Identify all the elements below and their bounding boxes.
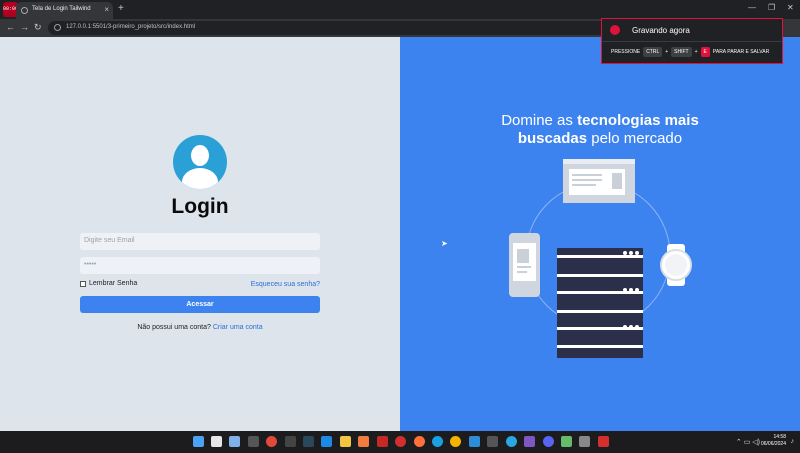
- headline-part-4: pelo mercado: [591, 130, 683, 147]
- password-value: •••••: [84, 261, 97, 268]
- site-info-icon[interactable]: [54, 24, 61, 31]
- key-shift: SHIFT: [671, 47, 692, 57]
- password-input[interactable]: •••••: [80, 257, 320, 274]
- phone-illustration: [509, 233, 540, 297]
- app-icon[interactable]: [248, 436, 259, 447]
- app-icon[interactable]: [524, 436, 535, 447]
- record-icon: [610, 25, 620, 35]
- brave-icon[interactable]: [358, 436, 369, 447]
- recording-shortcut-hint: PRESSIONE CTRL + SHIFT + E PARA PARAR E …: [611, 47, 769, 57]
- login-panel: Login Digite seu Email ••••• Lembrar Sen…: [0, 37, 400, 431]
- headline-part-3: buscadas: [517, 130, 588, 147]
- mouse-cursor-icon: ➤: [441, 239, 448, 248]
- forgot-password-link[interactable]: Esqueceu sua senha?: [240, 281, 320, 288]
- browser-titlebar: 00:00 Tela de Login Tailwind × + — ❐ ✕: [0, 0, 800, 19]
- address-bar[interactable]: 127.0.0.1:5501/3-primeiro_projeto/src/in…: [48, 21, 608, 35]
- clock-date: 06/06/2024: [760, 441, 786, 447]
- key-e: E: [700, 47, 710, 57]
- hero-headline: Domine as tecnologias mais buscadas pelo…: [470, 112, 730, 148]
- reload-icon[interactable]: ↻: [34, 22, 42, 33]
- no-account-text: Não possui uma conta?: [137, 324, 211, 331]
- file-explorer-icon[interactable]: [211, 436, 222, 447]
- app-icon[interactable]: [229, 436, 240, 447]
- firefox-icon[interactable]: [414, 436, 425, 447]
- app-icon[interactable]: [395, 436, 406, 447]
- clock-time: 14:58: [773, 434, 786, 440]
- headline-part-1: Domine as: [501, 112, 573, 129]
- hero-panel: [400, 37, 800, 431]
- stop-save-label: PARA PARAR E SALVAR: [712, 49, 770, 55]
- edge-icon[interactable]: [432, 436, 443, 447]
- remember-label: Lembrar Senha: [89, 280, 138, 287]
- maximize-icon[interactable]: ❐: [768, 3, 775, 12]
- app-icon[interactable]: [579, 436, 590, 447]
- remember-checkbox[interactable]: [80, 280, 86, 287]
- page-content: Login Digite seu Email ••••• Lembrar Sen…: [0, 37, 800, 431]
- minimize-icon[interactable]: —: [748, 3, 756, 12]
- submit-button[interactable]: Acessar: [80, 296, 320, 313]
- folder-icon[interactable]: [340, 436, 351, 447]
- app-icon[interactable]: [266, 436, 277, 447]
- globe-icon: [21, 7, 28, 14]
- tab-title: Tela de Login Tailwind: [32, 6, 91, 12]
- app-icon[interactable]: [598, 436, 609, 447]
- app-icon[interactable]: [285, 436, 296, 447]
- steam-icon[interactable]: [303, 436, 314, 447]
- back-icon[interactable]: ←: [6, 22, 15, 32]
- app-icon[interactable]: [377, 436, 388, 447]
- discord-icon[interactable]: [543, 436, 554, 447]
- app-icon[interactable]: [561, 436, 572, 447]
- key-ctrl: CTRL: [643, 47, 663, 57]
- login-title: Login: [171, 195, 229, 218]
- window-close-icon[interactable]: ✕: [787, 3, 794, 12]
- server-stack-illustration: [557, 248, 643, 358]
- email-input[interactable]: Digite seu Email: [80, 233, 320, 250]
- new-tab-icon[interactable]: +: [118, 3, 124, 14]
- recording-popup: Gravando agora PRESSIONE CTRL + SHIFT + …: [601, 18, 783, 64]
- vscode-icon[interactable]: [469, 436, 480, 447]
- forward-icon[interactable]: →: [20, 22, 29, 32]
- notification-icon[interactable]: ♪: [791, 438, 795, 445]
- close-icon[interactable]: ×: [104, 5, 109, 14]
- signup-prompt: Não possui uma conta? Criar uma conta: [80, 324, 320, 331]
- divider: [602, 41, 782, 42]
- user-avatar-icon: [173, 135, 227, 189]
- signup-link[interactable]: Criar uma conta: [213, 324, 263, 331]
- press-label: PRESSIONE: [611, 49, 641, 55]
- windows-taskbar: ⌃ ▭ ◁) 14:58 06/06/2024 ♪: [0, 431, 800, 453]
- email-placeholder: Digite seu Email: [84, 237, 135, 244]
- recording-title: Gravando agora: [632, 26, 690, 35]
- headline-part-2: tecnologias mais: [577, 112, 699, 129]
- remember-me[interactable]: Lembrar Senha: [80, 280, 137, 287]
- app-icon[interactable]: [487, 436, 498, 447]
- plus-sign: +: [694, 49, 698, 55]
- browser-window-illustration: [563, 159, 635, 203]
- plus-sign: +: [665, 49, 669, 55]
- start-icon[interactable]: [193, 436, 204, 447]
- url-text[interactable]: 127.0.0.1:5501/3-primeiro_projeto/src/in…: [66, 24, 195, 30]
- tab-login[interactable]: Tela de Login Tailwind ×: [16, 2, 113, 19]
- system-tray-icons[interactable]: ⌃ ▭ ◁): [736, 438, 760, 446]
- mail-icon[interactable]: [321, 436, 332, 447]
- telegram-icon[interactable]: [506, 436, 517, 447]
- tech-illustration: [509, 159, 692, 358]
- clock[interactable]: 14:58 06/06/2024: [761, 434, 786, 448]
- chrome-icon[interactable]: [450, 436, 461, 447]
